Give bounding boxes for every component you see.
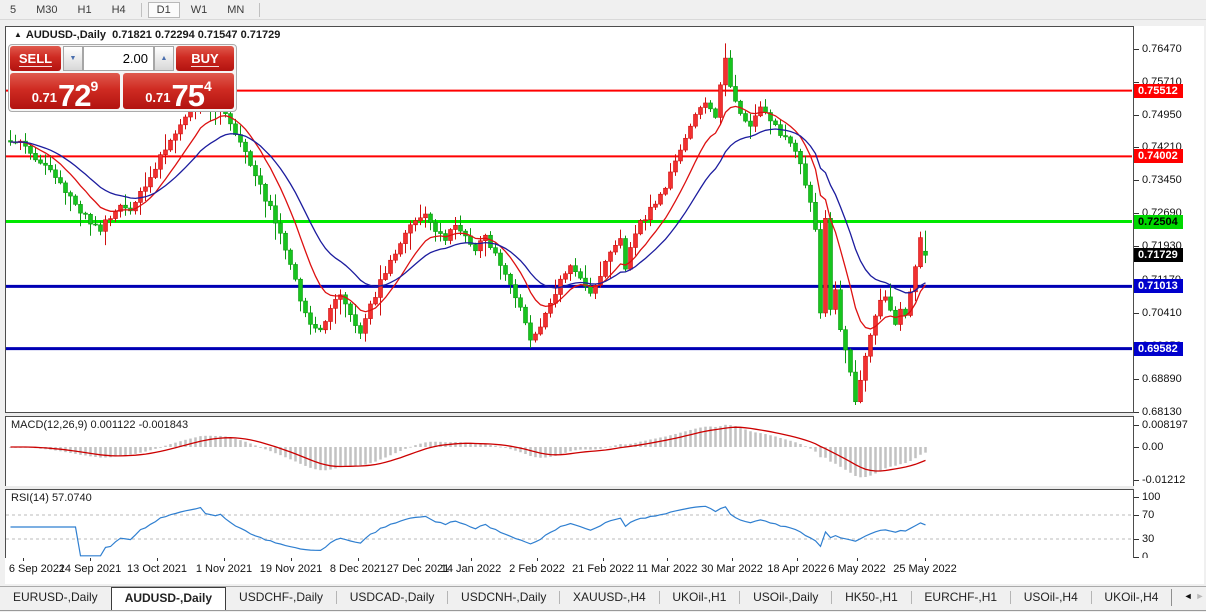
one-click-trading-panel: SELL ▼ ▲ BUY 0.71 72 9 0.71 75 4 <box>8 44 237 112</box>
tab-scroll-left-icon[interactable]: ◄ <box>1182 587 1194 610</box>
timeframe-button-5[interactable]: 5 <box>1 2 25 18</box>
date-label: 11 Mar 2022 <box>636 563 698 575</box>
date-tick <box>537 558 538 561</box>
chart-symbol-label: AUDUSD-,Daily <box>25 29 106 41</box>
chart-tab-ukoil-h4[interactable]: UKOil-,H4 <box>1091 587 1171 610</box>
rsi-plot[interactable] <box>5 489 1134 559</box>
sell-price-button[interactable]: 0.71 72 9 <box>10 73 120 113</box>
chart-tab-eurchf-h1[interactable]: EURCHF-,H1 <box>911 587 1010 610</box>
rsi-tick-label: 100 <box>1133 491 1161 503</box>
chart-tab-usoil-h4[interactable]: USOil-,H4 <box>1011 587 1091 610</box>
sell-price-base: 0.71 <box>31 90 58 105</box>
date-tick <box>603 558 604 561</box>
tab-scroll-separator <box>1171 589 1173 606</box>
date-axis: 6 Sep 2021 24 Sep 2021 13 Oct 2021 1 Nov 20… <box>5 558 1204 584</box>
timeframe-button-w1[interactable]: W1 <box>182 2 217 18</box>
chart-tab-usdcnh-daily[interactable]: USDCNH-,Daily <box>448 587 559 610</box>
chart-tab-usoil-daily[interactable]: USOil-,Daily <box>740 587 831 610</box>
chart-window: ▲ AUDUSD-,Daily 0.71821 0.72294 0.71547 0… <box>5 26 1204 584</box>
timeframe-button-m30[interactable]: M30 <box>27 2 66 18</box>
sell-price-pip: 9 <box>90 78 99 94</box>
price-tick-label: 0.73450 <box>1134 174 1182 187</box>
date-label: 1 Nov 2021 <box>195 563 253 575</box>
chart-tab-audusd-daily[interactable]: AUDUSD-,Daily <box>110 587 227 610</box>
date-tick <box>797 558 798 561</box>
level-price-badge: 0.72504 <box>1134 214 1183 229</box>
chart-title: ▲ AUDUSD-,Daily 0.71821 0.72294 0.71547 0… <box>14 29 280 41</box>
date-label: 14 Jan 2022 <box>440 563 502 575</box>
date-label: 30 Mar 2022 <box>701 563 763 575</box>
date-tick <box>291 558 292 561</box>
date-tick <box>358 558 359 561</box>
macd-tick-label: -0.01212 <box>1133 473 1186 486</box>
date-label: 2 Feb 2022 <box>509 563 565 575</box>
chart-tab-bar: EURUSD-,Daily AUDUSD-,Daily USDCHF-,Daily U… <box>0 586 1206 611</box>
sell-price-main: 72 <box>58 78 91 113</box>
date-label: 8 Dec 2021 <box>329 563 387 575</box>
macd-tick-label: 0.008197 <box>1134 418 1188 431</box>
date-tick <box>857 558 858 561</box>
date-tick <box>23 558 24 561</box>
current-price-badge: 0.71729 <box>1134 248 1183 263</box>
date-tick <box>418 558 419 561</box>
date-label: 19 Nov 2021 <box>259 563 323 575</box>
date-tick <box>732 558 733 561</box>
date-tick <box>157 558 158 561</box>
timeframe-button-d1[interactable]: D1 <box>147 1 180 18</box>
chart-tab-ukoil-h1[interactable]: UKOil-,H1 <box>659 587 739 610</box>
price-tick-label: 0.70410 <box>1134 306 1182 319</box>
chart-tab-xauusd-h4[interactable]: XAUUSD-,H4 <box>560 587 659 610</box>
tab-scroll-right-icon[interactable]: ► <box>1194 587 1206 610</box>
date-label: 18 Apr 2022 <box>767 563 827 575</box>
volume-input[interactable] <box>83 46 154 71</box>
trading-terminal: 5 M30 H1 H4 D1 W1 MN ▲ AUDUSD-,Daily 0.71821 0.… <box>0 0 1206 612</box>
chart-ohlc-values: 0.71821 0.72294 0.71547 0.71729 <box>112 29 281 41</box>
price-axis: 0.76470 0.75710 0.74950 0.74210 0.73450 0.726… <box>1133 26 1204 584</box>
toolbar-separator <box>140 2 142 17</box>
macd-tick-label: 0.00 <box>1133 441 1164 453</box>
rsi-tick-label: 70 <box>1133 509 1155 521</box>
rsi-label: RSI(14) 57.0740 <box>11 492 92 504</box>
date-tick <box>667 558 668 561</box>
timeframe-button-h1[interactable]: H1 <box>69 2 101 18</box>
macd-label: MACD(12,26,9) 0.001122 -0.001843 <box>11 419 189 431</box>
date-tick <box>224 558 225 561</box>
price-tick-label: 0.76470 <box>1134 43 1182 55</box>
buy-price-button[interactable]: 0.71 75 4 <box>123 73 234 113</box>
toolbar-separator <box>259 2 261 17</box>
sell-button[interactable]: SELL <box>10 46 61 71</box>
buy-price-base: 0.71 <box>145 90 171 105</box>
rsi-tick-label: 30 <box>1133 533 1155 545</box>
date-tick <box>925 558 926 561</box>
date-label: 24 Sep 2021 <box>58 563 122 575</box>
buy-price-pip: 4 <box>204 78 212 94</box>
date-label: 13 Oct 2021 <box>127 563 187 575</box>
date-tick <box>471 558 472 561</box>
level-price-badge: 0.69582 <box>1134 341 1183 356</box>
level-price-badge: 0.75512 <box>1134 83 1183 98</box>
date-label: 6 Sep 2021 <box>8 563 66 575</box>
date-label: 25 May 2022 <box>893 563 957 575</box>
timeframe-button-h4[interactable]: H4 <box>103 2 135 18</box>
volume-increase-button[interactable]: ▲ <box>154 46 174 71</box>
price-tick-label: 0.74950 <box>1134 109 1182 122</box>
buy-price-main: 75 <box>171 78 205 113</box>
date-tick <box>90 558 91 561</box>
buy-button[interactable]: BUY <box>176 46 234 71</box>
price-tick-label: 0.68890 <box>1134 372 1182 385</box>
chart-tab-usdchf-daily[interactable]: USDCHF-,Daily <box>226 587 336 610</box>
date-label: 6 May 2022 <box>828 563 886 575</box>
level-price-badge: 0.71013 <box>1134 279 1183 294</box>
price-tick-label: 0.68130 <box>1134 405 1182 418</box>
level-price-badge: 0.74002 <box>1134 149 1183 164</box>
collapse-triangle-icon[interactable]: ▲ <box>14 30 22 39</box>
chart-tab-usdcad-daily[interactable]: USDCAD-,Daily <box>337 587 448 610</box>
timeframe-toolbar: 5 M30 H1 H4 D1 W1 MN <box>0 0 1206 20</box>
chart-tab-eurusd-daily[interactable]: EURUSD-,Daily <box>0 587 111 610</box>
timeframe-button-mn[interactable]: MN <box>218 2 253 18</box>
volume-decrease-button[interactable]: ▼ <box>63 46 83 71</box>
date-label: 21 Feb 2022 <box>572 563 634 575</box>
chart-tab-hk50-h1[interactable]: HK50-,H1 <box>832 587 911 610</box>
